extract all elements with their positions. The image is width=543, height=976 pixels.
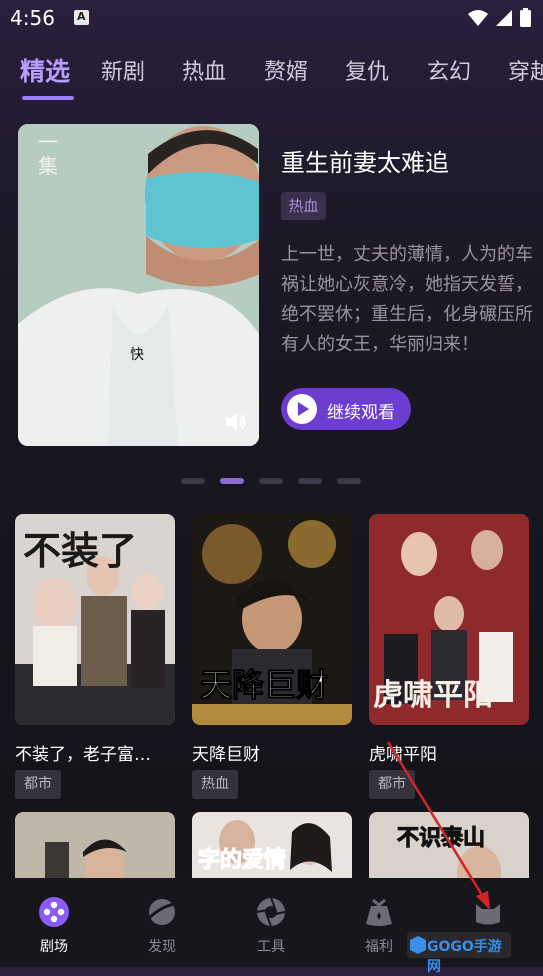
drama-genre-tag: 都市	[15, 770, 61, 799]
hero-genre-tag: 热血	[281, 192, 326, 220]
nav-discover-label: 发现	[148, 939, 176, 955]
watermark-text: GOGO手游网	[427, 939, 502, 975]
status-time: 4:56	[10, 6, 55, 30]
drama-poster[interactable]	[15, 812, 175, 878]
carousel-dot	[259, 478, 283, 484]
drama-poster[interactable]: 虎啸平阳	[369, 514, 529, 725]
status-bar: 4:56	[0, 0, 543, 36]
drama-title[interactable]: 天降巨财	[192, 740, 352, 765]
drama-poster[interactable]: 不识泰山	[369, 812, 529, 878]
carousel-indicator	[181, 478, 361, 484]
drama-title[interactable]: 虎啸平阳	[369, 740, 529, 765]
carousel-dot	[298, 478, 322, 484]
drama-card[interactable]: 不识泰山	[369, 812, 529, 878]
tab-featured[interactable]: 精选	[20, 54, 70, 88]
battery-icon	[520, 8, 531, 27]
poster-title-art: 天降巨财	[199, 666, 329, 705]
continue-watching-button[interactable]: 继续观看	[281, 388, 411, 430]
drama-title[interactable]: 不装了，老子富…	[15, 740, 175, 765]
profile-cat-icon	[476, 904, 500, 925]
poster-title-art: 字的爱情	[197, 848, 287, 874]
poster-art	[15, 812, 175, 878]
continue-watching-label: 继续观看	[327, 403, 395, 423]
active-tab-indicator	[22, 96, 74, 100]
status-icons	[468, 8, 531, 27]
hero-cover-video[interactable]: 一集 快	[18, 124, 259, 446]
play-icon	[287, 394, 317, 424]
drama-poster[interactable]: 天降巨财	[192, 514, 352, 725]
hero-title[interactable]: 重生前妻太难追	[281, 143, 449, 178]
volume-icon[interactable]	[224, 410, 248, 434]
tab-fantasy[interactable]: 玄幻	[427, 54, 471, 86]
carousel-dot	[337, 478, 361, 484]
category-tabs: 精选 新剧 热血 赘婿 复仇 玄幻 穿越	[0, 54, 543, 94]
nav-theater[interactable]: 剧场	[0, 878, 108, 967]
nav-tools-label: 工具	[257, 939, 285, 955]
carousel-dot	[181, 478, 205, 484]
watermark-logo: GOGO手游网	[407, 932, 511, 975]
tab-action[interactable]: 热血	[182, 54, 226, 86]
carousel-dot-active	[220, 478, 244, 484]
drama-genre-tag: 都市	[369, 770, 415, 799]
drama-poster[interactable]: 不装了	[15, 514, 175, 725]
hero-description: 上一世，丈夫的薄情，人为的车祸让她心灰意冷，她指天发誓，绝不罢休；重生后，化身碾…	[281, 244, 533, 355]
notification-icon	[74, 10, 89, 25]
hero-cover-caption: 快	[130, 347, 144, 363]
gift-bag-icon	[366, 898, 392, 926]
poster-title-art: 虎啸平阳	[373, 678, 493, 713]
nav-tools[interactable]: 工具	[217, 878, 325, 967]
poster-title-art: 不识泰山	[396, 826, 486, 852]
theater-reel-icon	[39, 897, 69, 927]
tab-time-travel[interactable]: 穿越	[508, 54, 543, 86]
nav-theater-label: 剧场	[40, 939, 68, 955]
tab-son-in-law[interactable]: 赘婿	[264, 54, 308, 86]
drama-card[interactable]: 字的爱情	[192, 812, 352, 878]
planet-icon	[147, 899, 176, 925]
hero-cover-caption-vertical: 一集	[38, 130, 58, 178]
watermark-icon	[410, 936, 426, 954]
drama-card[interactable]	[15, 812, 175, 878]
nav-discover[interactable]: 发现	[108, 878, 216, 967]
tab-revenge[interactable]: 复仇	[345, 54, 389, 86]
aperture-icon	[256, 897, 286, 927]
signal-icon	[496, 9, 512, 26]
wifi-icon	[468, 9, 488, 26]
poster-title-art: 不装了	[23, 529, 138, 573]
tab-new[interactable]: 新剧	[101, 54, 145, 86]
drama-poster[interactable]: 字的爱情	[192, 812, 352, 878]
drama-genre-tag: 热血	[192, 770, 238, 799]
